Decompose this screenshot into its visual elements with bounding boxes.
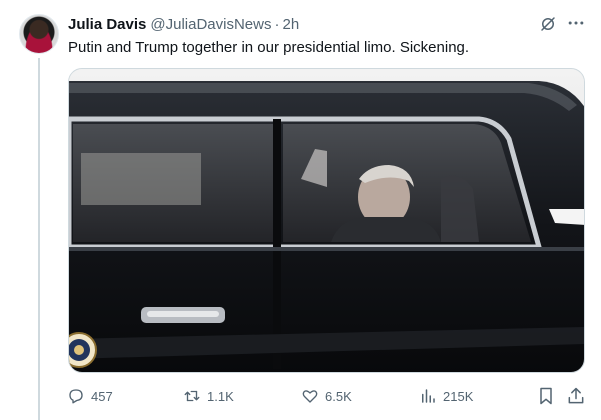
- limo-photo: [69, 69, 584, 372]
- tweet-text: Putin and Trump together in our presiden…: [68, 39, 470, 56]
- tweet-header: Julia Davis @JuliaDavisNews · 2h: [68, 14, 299, 34]
- presidential-seal-icon: [69, 332, 97, 368]
- author-display-name[interactable]: Julia Davis: [68, 16, 146, 33]
- retweet-icon: [184, 390, 200, 402]
- tweet-media-image[interactable]: [68, 68, 585, 373]
- separator-dot: ·: [274, 15, 280, 33]
- heart-icon: [302, 390, 318, 403]
- reply-button[interactable]: 457: [67, 384, 113, 408]
- tweet-timestamp[interactable]: 2h: [282, 16, 299, 33]
- thread-line: [38, 58, 40, 420]
- author-handle[interactable]: @JuliaDavisNews: [150, 16, 271, 33]
- bookmark-icon[interactable]: [536, 386, 556, 406]
- avatar[interactable]: [19, 14, 59, 54]
- views-button[interactable]: 215K: [419, 384, 473, 408]
- views-count: 215K: [443, 388, 474, 404]
- share-icon[interactable]: [566, 386, 586, 406]
- more-icon[interactable]: [566, 13, 586, 33]
- reply-icon: [69, 389, 83, 404]
- tweet-actions: 457 1.1K 6.5K 215K: [0, 384, 601, 408]
- analytics-icon: [422, 389, 435, 403]
- grok-icon[interactable]: [539, 15, 557, 33]
- like-button[interactable]: 6.5K: [301, 384, 352, 408]
- like-count: 6.5K: [325, 388, 352, 404]
- reply-count: 457: [91, 388, 113, 404]
- retweet-count: 1.1K: [207, 388, 234, 404]
- retweet-button[interactable]: 1.1K: [183, 384, 234, 408]
